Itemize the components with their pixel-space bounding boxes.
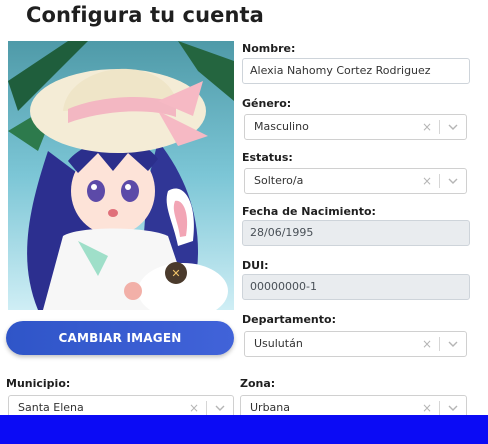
genero-label: Género:: [242, 97, 292, 110]
zona-label: Zona:: [240, 377, 276, 390]
chevron-down-icon[interactable]: [447, 121, 459, 133]
nombre-label: Nombre:: [242, 42, 296, 55]
fecha-nacimiento-label: Fecha de Nacimiento:: [242, 205, 376, 218]
departamento-label: Departamento:: [242, 313, 336, 326]
municipio-label: Municipio:: [6, 377, 71, 390]
clear-icon[interactable]: ×: [422, 332, 432, 356]
change-image-button[interactable]: CAMBIAR IMAGEN: [6, 321, 234, 355]
chevron-down-icon[interactable]: [447, 175, 459, 187]
estatus-select[interactable]: Soltero/a ×: [244, 168, 467, 194]
clear-icon[interactable]: ×: [422, 115, 432, 139]
chevron-down-icon[interactable]: [447, 402, 459, 414]
dui-label: DUI:: [242, 259, 269, 272]
select-divider: [439, 337, 440, 351]
genero-select[interactable]: Masculino ×: [244, 114, 467, 140]
estatus-value: Soltero/a: [254, 174, 304, 187]
select-divider: [439, 120, 440, 134]
nombre-input[interactable]: Alexia Nahomy Cortez Rodriguez: [242, 58, 470, 84]
departamento-value: Usulután: [254, 337, 303, 350]
chevron-down-icon[interactable]: [214, 402, 226, 414]
dui-input: 00000000-1: [242, 274, 470, 300]
select-divider: [439, 174, 440, 188]
select-divider: [206, 401, 207, 415]
bottom-bar: [0, 415, 488, 444]
estatus-label: Estatus:: [242, 151, 293, 164]
page-title: Configura tu cuenta: [26, 3, 264, 27]
select-divider: [439, 401, 440, 415]
profile-avatar-image: ✕: [8, 41, 234, 310]
chevron-down-icon[interactable]: [447, 338, 459, 350]
clear-icon[interactable]: ×: [422, 169, 432, 193]
departamento-select[interactable]: Usulután ×: [244, 331, 467, 357]
fecha-nacimiento-input: 28/06/1995: [242, 220, 470, 246]
genero-value: Masculino: [254, 120, 309, 133]
svg-text:✕: ✕: [171, 267, 180, 280]
